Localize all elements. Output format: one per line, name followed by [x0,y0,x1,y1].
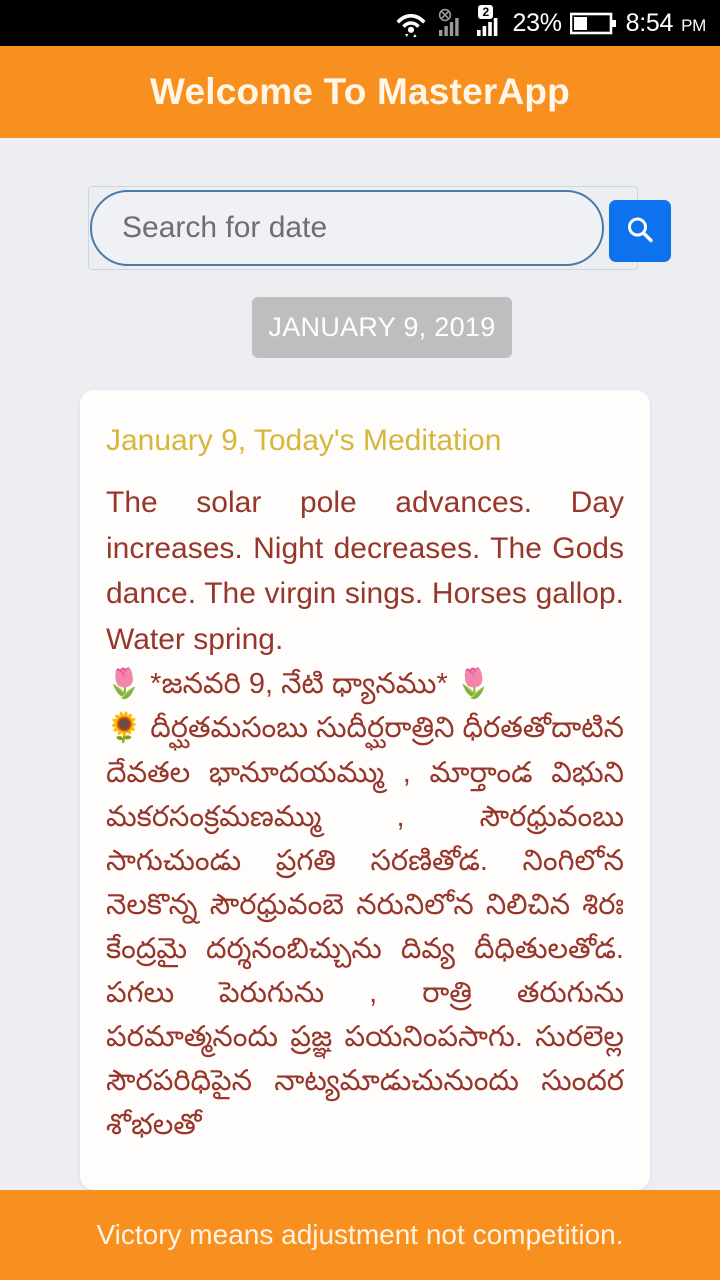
clock-time: 8:54 [625,8,674,37]
meditation-card[interactable]: January 9, Today's Meditation The solar … [80,390,650,1190]
clock-meridiem: PM [681,16,706,35]
footer-bar: Victory means adjustment not competition… [0,1190,720,1280]
status-bar: 2 23% 8:54 PM [0,0,720,46]
footer-quote: Victory means adjustment not competition… [96,1219,624,1250]
selected-date-chip[interactable]: JANUARY 9, 2019 [252,297,512,358]
page-title: Welcome To MasterApp [150,71,570,112]
meditation-telugu-body: 🌻 దీర్ఘతమసంబు సుదీర్ఘరాత్రిని ధీరతతోదాటి… [106,712,624,1142]
sim2-badge: 2 [478,5,494,19]
wifi-icon [394,8,428,38]
meditation-card-content: January 9, Today's Meditation The solar … [80,390,650,1147]
search-icon [623,213,657,250]
search-field[interactable] [90,190,604,266]
meditation-body: The solar pole advances. Day increases. … [106,480,624,1147]
battery-percent-label: 23% [512,8,562,37]
sim-disabled-icon [436,8,466,38]
app-bar: Welcome To MasterApp [0,46,720,138]
app-screen: 2 23% 8:54 PM Welcome To MasterApp Searc… [0,0,720,1280]
meditation-telugu-heading: 🌷 *జనవరి 9, నేటి ధ్యానము* 🌷 [106,668,492,701]
search-button[interactable] [609,200,671,262]
battery-icon [569,8,618,38]
search-bar [88,186,671,270]
search-input[interactable] [92,211,552,245]
signal-bars-icon: 2 [474,5,504,38]
meditation-title: January 9, Today's Meditation [106,424,502,457]
meditation-english-text: The solar pole advances. Day increases. … [106,486,624,656]
